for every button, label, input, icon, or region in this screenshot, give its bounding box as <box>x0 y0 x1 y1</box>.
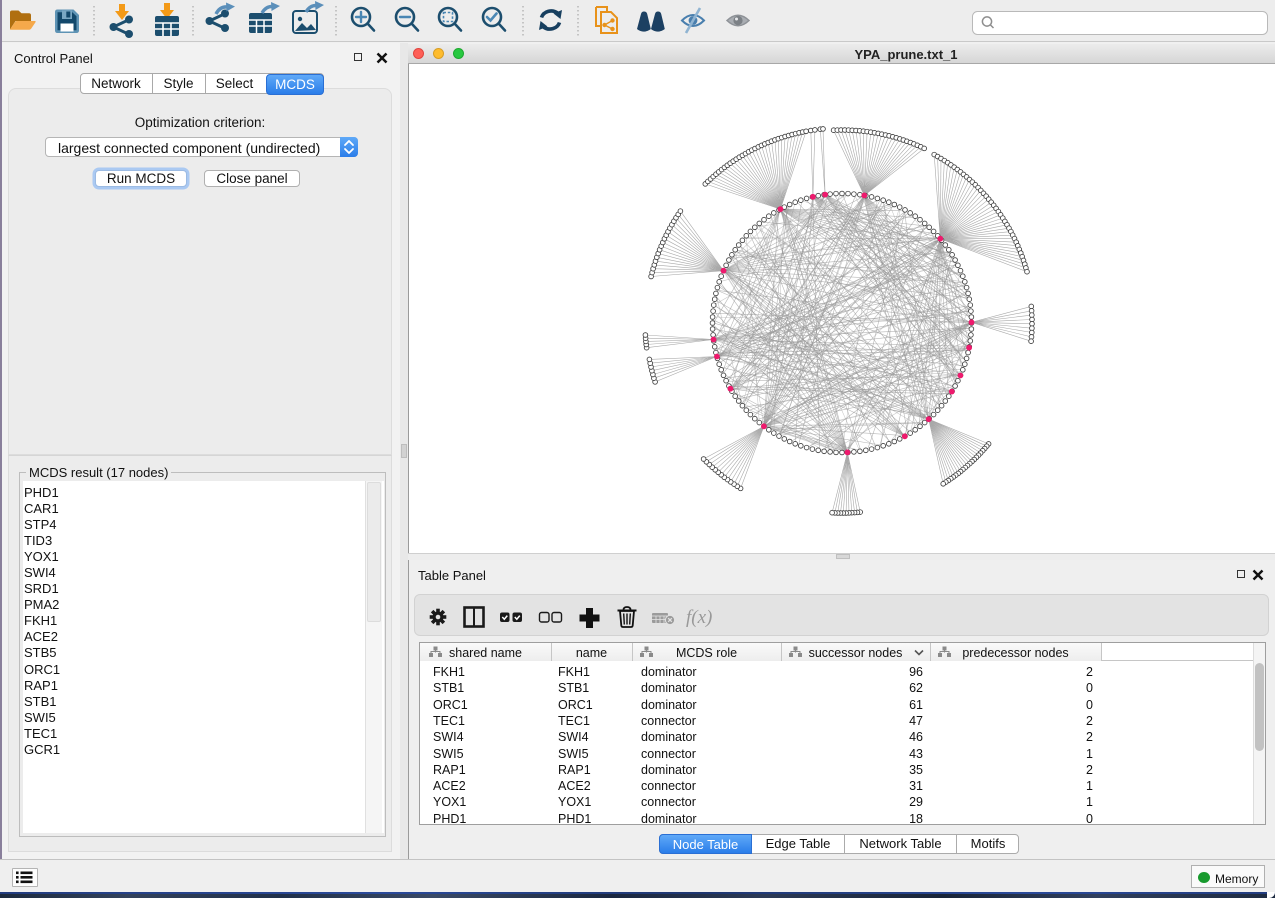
svg-text:f(x): f(x) <box>686 607 712 628</box>
